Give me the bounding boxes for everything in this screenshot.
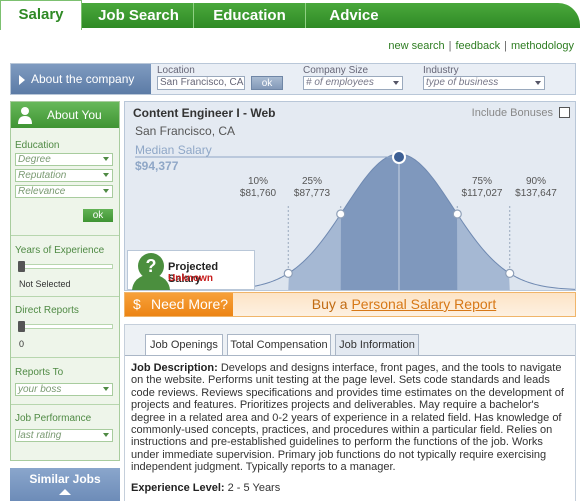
- triangle-up-icon: [59, 489, 71, 495]
- methodology-link[interactable]: methodology: [511, 40, 574, 52]
- location-ok-button[interactable]: ok: [251, 76, 283, 90]
- percentile-10-label: 10% $81,760: [239, 176, 277, 199]
- median-salary-value: $94,377: [135, 159, 179, 173]
- dollar-icon: $: [133, 296, 141, 312]
- chevron-down-icon: [535, 81, 541, 85]
- tab-job-search[interactable]: Job Search: [84, 3, 194, 28]
- percentile-marker-2: [452, 209, 462, 219]
- chevron-down-icon: [103, 387, 109, 391]
- percentile-75-label: 75% $117,027: [461, 176, 503, 199]
- percentile-marker-3: [505, 268, 515, 278]
- about-you-header: About You: [11, 102, 119, 128]
- divider: [11, 357, 119, 358]
- percentile-marker-1: [336, 209, 346, 219]
- buy-report-promo: Buy a Personal Salary Report: [233, 293, 575, 316]
- job-description-text: Develops and designs interface, front pa…: [131, 362, 564, 474]
- divider: [11, 404, 119, 405]
- arrow-right-icon: [19, 75, 25, 85]
- chevron-down-icon: [103, 189, 109, 193]
- median-marker: [392, 150, 406, 164]
- percentile-marker-0: [283, 268, 293, 278]
- job-location: San Francisco, CA: [135, 124, 236, 138]
- chevron-down-icon: [393, 81, 399, 85]
- experience-label: Years of Experience: [15, 245, 105, 256]
- reputation-select[interactable]: Reputation: [15, 169, 113, 182]
- industry-group: Industry type of business: [423, 65, 545, 90]
- job-description-label: Job Description:: [131, 362, 218, 374]
- tab-education[interactable]: Education: [194, 3, 306, 28]
- experience-value: Not Selected: [19, 279, 71, 289]
- top-navigation: Salary Job Search Education Advice: [0, 0, 580, 30]
- need-more-button[interactable]: $ Need More?: [125, 293, 233, 316]
- question-mark-icon: ?: [138, 253, 164, 279]
- job-performance-label: Job Performance: [15, 413, 92, 424]
- reports-to-select[interactable]: your boss: [15, 383, 113, 396]
- percentile-90-label: 90% $137,647: [515, 176, 557, 199]
- include-bonuses-checkbox[interactable]: [559, 107, 570, 118]
- chevron-down-icon: [103, 433, 109, 437]
- location-label: Location: [157, 65, 195, 76]
- chevron-down-icon: [103, 157, 109, 161]
- salary-chart-panel: Content Engineer I - Web Include Bonuses…: [124, 101, 576, 291]
- personal-salary-report-link[interactable]: Personal Salary Report: [351, 296, 496, 312]
- tab-salary[interactable]: Salary: [0, 0, 82, 30]
- top-links: new search | feedback | methodology: [388, 40, 574, 52]
- experience-slider[interactable]: [19, 264, 113, 269]
- about-you-title: About You: [47, 108, 102, 122]
- education-label: Education: [15, 140, 60, 151]
- tab-total-compensation[interactable]: Total Compensation: [227, 334, 331, 356]
- direct-reports-slider-handle[interactable]: [18, 321, 25, 332]
- company-bar: About the company Location San Francisco…: [10, 63, 576, 95]
- divider: [11, 296, 119, 297]
- job-performance-select[interactable]: last rating: [15, 429, 113, 442]
- degree-select[interactable]: Degree: [15, 153, 113, 166]
- education-ok-button[interactable]: ok: [83, 209, 113, 222]
- feedback-link[interactable]: feedback: [455, 40, 500, 52]
- new-search-link[interactable]: new search: [388, 40, 444, 52]
- tab-job-information[interactable]: Job Information: [335, 334, 419, 357]
- include-bonuses-label: Include Bonuses: [471, 107, 553, 119]
- tab-job-openings[interactable]: Job Openings: [145, 334, 223, 356]
- projected-salary-box: ? Projected Salary Unknown: [127, 250, 255, 290]
- median-salary-label: Median Salary: [135, 143, 212, 157]
- direct-reports-value: 0: [19, 339, 25, 349]
- about-company-header[interactable]: About the company: [11, 64, 151, 94]
- similar-jobs-button[interactable]: Similar Jobs: [10, 468, 120, 501]
- job-title: Content Engineer I - Web: [133, 106, 276, 120]
- job-description: Job Description: Develops and designs in…: [125, 355, 575, 501]
- chevron-down-icon: [103, 173, 109, 177]
- location-input[interactable]: San Francisco, CA: [157, 76, 245, 90]
- about-you-sidebar: About You Education Degree Reputation Re…: [10, 101, 120, 461]
- reports-to-label: Reports To: [15, 367, 64, 378]
- location-group: Location San Francisco, CA: [157, 65, 245, 90]
- company-size-group: Company Size # of employees: [303, 65, 403, 90]
- relevance-select[interactable]: Relevance: [15, 185, 113, 198]
- company-size-select[interactable]: # of employees: [303, 76, 403, 90]
- divider: [11, 235, 119, 236]
- direct-reports-label: Direct Reports: [15, 305, 79, 316]
- projected-salary-value: Unknown: [168, 273, 213, 284]
- person-icon: [18, 107, 32, 124]
- tab-advice[interactable]: Advice: [306, 3, 402, 28]
- percentile-25-label: 25% $87,773: [293, 176, 331, 199]
- job-info-section: Job Openings Total Compensation Job Info…: [124, 324, 576, 501]
- need-more-banner: $ Need More? Buy a Personal Salary Repor…: [124, 292, 576, 317]
- company-size-label: Company Size: [303, 65, 369, 76]
- industry-select[interactable]: type of business: [423, 76, 545, 90]
- experience-level: Experience Level: 2 - 5 Years: [131, 481, 281, 494]
- experience-slider-handle[interactable]: [18, 261, 25, 272]
- direct-reports-slider[interactable]: [19, 324, 113, 329]
- industry-label: Industry: [423, 65, 459, 76]
